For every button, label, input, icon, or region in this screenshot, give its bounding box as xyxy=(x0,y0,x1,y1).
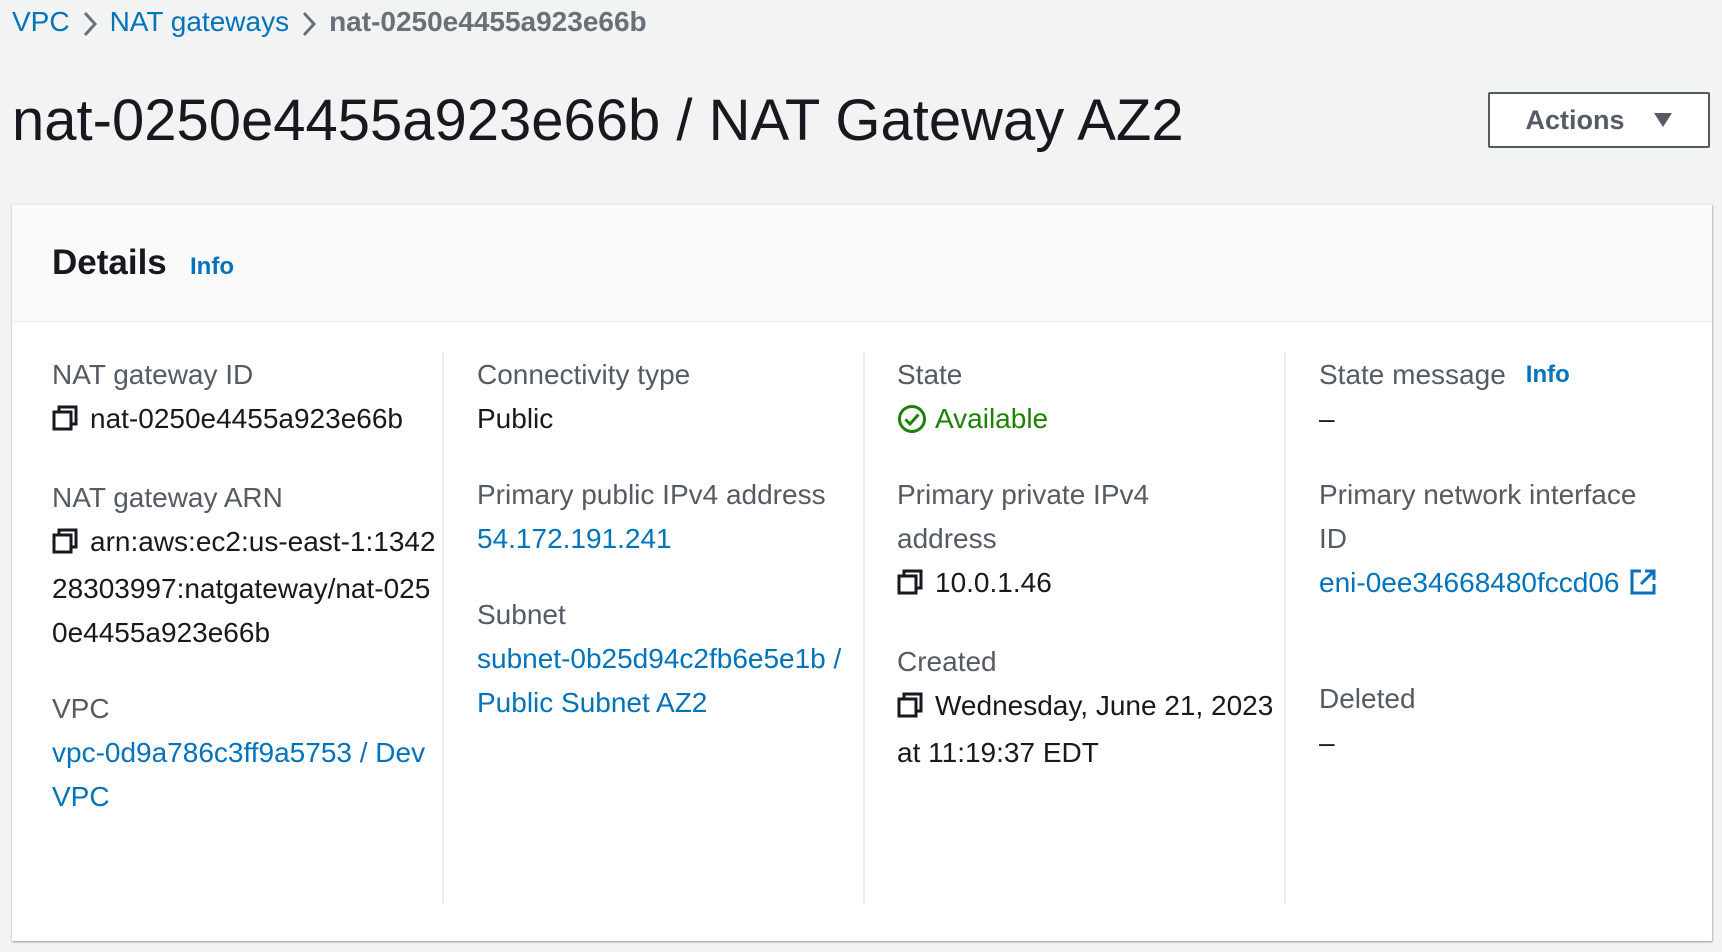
copy-icon[interactable] xyxy=(52,523,78,567)
vpc-value-row: vpc-0d9a786c3ff9a5753 / Dev VPC xyxy=(52,731,442,819)
primary-network-interface-label: Primary network interface ID xyxy=(1319,479,1637,554)
connectivity-type-label: Connectivity type xyxy=(477,359,691,390)
primary-network-interface-value-row: eni-0ee34668480fccd06 xyxy=(1319,561,1712,609)
primary-private-ipv4-label: Primary private IPv4 address xyxy=(897,479,1150,554)
page-title: nat-0250e4455a923e66b / NAT Gateway AZ2 xyxy=(12,88,1184,153)
state-status: Available xyxy=(897,397,1284,441)
nat-gateway-id-value-row: nat-0250e4455a923e66b xyxy=(52,397,442,444)
caret-down-icon xyxy=(1653,112,1673,128)
vpc-label: VPC xyxy=(52,693,110,724)
breadcrumb: VPC NAT gateways nat-0250e4455a923e66b xyxy=(12,2,647,42)
created-value-row: Wednesday, June 21, 2023 at 11:19:37 EDT xyxy=(897,684,1284,775)
chevron-right-icon xyxy=(289,6,329,38)
external-link-icon[interactable] xyxy=(1629,565,1657,609)
vpc-field: VPC vpc-0d9a786c3ff9a5753 / Dev VPC xyxy=(52,687,442,819)
deleted-value: – xyxy=(1319,727,1335,758)
details-columns: NAT gateway ID nat-0250e4455a923e66b NAT… xyxy=(12,353,1712,903)
primary-public-ipv4-label: Primary public IPv4 address xyxy=(477,479,826,510)
details-column-3: State Available Primary private IPv4 add… xyxy=(863,353,1284,903)
state-message-label: State message xyxy=(1319,359,1506,390)
nat-gateway-arn-value-row: arn:aws:ec2:us-east-1:134228303997:natga… xyxy=(52,520,442,655)
details-column-2: Connectivity type Public Primary public … xyxy=(442,353,863,903)
details-column-1: NAT gateway ID nat-0250e4455a923e66b NAT… xyxy=(12,353,442,903)
check-circle-icon xyxy=(898,405,926,433)
created-field: Created Wednesday, June 21, 2023 at 11:1… xyxy=(897,640,1284,775)
breadcrumb-current: nat-0250e4455a923e66b xyxy=(329,6,647,37)
copy-icon[interactable] xyxy=(897,687,923,731)
nat-gateway-id-label: NAT gateway ID xyxy=(52,359,254,390)
primary-private-ipv4-value-row: 10.0.1.46 xyxy=(897,561,1284,608)
primary-public-ipv4-value-row: 54.172.191.241 xyxy=(477,517,863,561)
copy-icon[interactable] xyxy=(52,400,78,444)
subnet-value-row: subnet-0b25d94c2fb6e5e1b / Public Subnet… xyxy=(477,637,863,725)
state-field: State Available xyxy=(897,353,1284,441)
details-panel-header: Details Info xyxy=(12,205,1712,322)
primary-public-ipv4-link[interactable]: 54.172.191.241 xyxy=(477,523,672,554)
actions-button[interactable]: Actions xyxy=(1488,92,1710,148)
primary-private-ipv4-field: Primary private IPv4 address 10.0.1.46 xyxy=(897,473,1284,608)
state-value: Available xyxy=(935,403,1049,434)
deleted-field: Deleted – xyxy=(1319,677,1712,765)
state-message-field: State message Info – xyxy=(1319,353,1712,441)
details-column-4: State message Info – Primary network int… xyxy=(1284,353,1712,903)
state-message-info-link[interactable]: Info xyxy=(1526,353,1570,397)
subnet-field: Subnet subnet-0b25d94c2fb6e5e1b / Public… xyxy=(477,593,863,725)
details-title: Details xyxy=(52,243,167,282)
connectivity-type-value: Public xyxy=(477,403,554,434)
details-panel: Details Info NAT gateway ID nat-0250e445… xyxy=(12,204,1712,941)
primary-private-ipv4-value: 10.0.1.46 xyxy=(935,567,1052,598)
breadcrumb-vpc-link[interactable]: VPC xyxy=(12,6,70,38)
state-label: State xyxy=(897,359,963,390)
nat-gateway-id-field: NAT gateway ID nat-0250e4455a923e66b xyxy=(52,353,442,444)
subnet-link[interactable]: subnet-0b25d94c2fb6e5e1b / Public Subnet… xyxy=(477,643,841,718)
nat-gateway-arn-field: NAT gateway ARN arn:aws:ec2:us-east-1:13… xyxy=(52,476,442,655)
state-message-label-row: State message Info xyxy=(1319,353,1712,397)
primary-network-interface-link[interactable]: eni-0ee34668480fccd06 xyxy=(1319,567,1619,598)
copy-icon[interactable] xyxy=(897,564,923,608)
nat-gateway-arn-label: NAT gateway ARN xyxy=(52,482,283,513)
state-message-value: – xyxy=(1319,403,1335,434)
created-label: Created xyxy=(897,646,997,677)
deleted-label: Deleted xyxy=(1319,683,1416,714)
breadcrumb-nat-gateways-link[interactable]: NAT gateways xyxy=(110,6,289,38)
nat-gateway-arn-value: arn:aws:ec2:us-east-1:134228303997:natga… xyxy=(52,526,436,648)
created-value: Wednesday, June 21, 2023 at 11:19:37 EDT xyxy=(897,690,1274,768)
subnet-label: Subnet xyxy=(477,599,566,630)
actions-button-label: Actions xyxy=(1525,104,1625,135)
details-info-link[interactable]: Info xyxy=(190,253,234,281)
connectivity-type-field: Connectivity type Public xyxy=(477,353,863,441)
primary-network-interface-field: Primary network interface ID eni-0ee3466… xyxy=(1319,473,1712,609)
chevron-right-icon xyxy=(70,6,110,38)
primary-public-ipv4-field: Primary public IPv4 address 54.172.191.2… xyxy=(477,473,863,561)
nat-gateway-id-value: nat-0250e4455a923e66b xyxy=(90,403,403,434)
vpc-link[interactable]: vpc-0d9a786c3ff9a5753 / Dev VPC xyxy=(52,737,425,812)
